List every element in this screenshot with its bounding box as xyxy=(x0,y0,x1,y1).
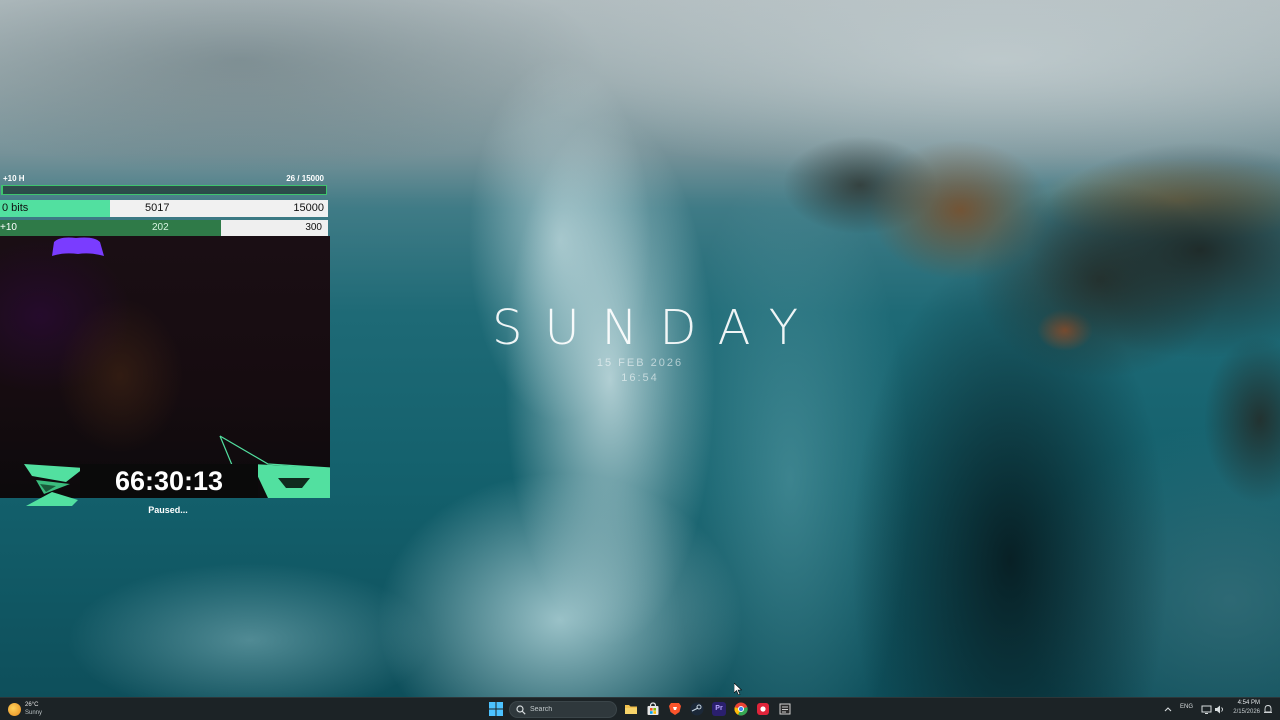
desktop: SUNDAY 15 FEB 2026 16:54 +10 H 26 / 1500… xyxy=(0,0,1280,697)
purple-mascot-icon xyxy=(52,237,104,256)
weather-temperature: 26°C xyxy=(25,702,39,708)
store-icon[interactable] xyxy=(646,702,660,716)
taskbar: 26°C Sunny Pr xyxy=(0,697,1280,720)
clock-time-label: 16:54 xyxy=(621,372,659,384)
speaker-icon[interactable] xyxy=(1214,701,1225,718)
search-icon xyxy=(516,705,526,715)
sun-icon xyxy=(8,703,21,716)
search-input[interactable] xyxy=(530,704,610,715)
goal-count-label: 26 / 15000 xyxy=(286,174,324,183)
sub-increment-label: +10 xyxy=(0,222,17,233)
goal-progress-bar xyxy=(1,185,327,195)
weather-condition: Sunny xyxy=(25,710,43,716)
red-app-icon[interactable] xyxy=(756,702,770,716)
sub-progress-bar: +10 202 300 xyxy=(0,220,328,236)
clock-day-label: SUNDAY xyxy=(492,300,821,356)
chevron-up-icon[interactable] xyxy=(1163,701,1173,718)
folder-icon[interactable] xyxy=(624,702,638,716)
sub-current-value: 202 xyxy=(152,222,169,233)
time-increment-label: +10 H xyxy=(3,174,25,183)
taskbar-clock-time[interactable]: 4:54 PM xyxy=(1232,700,1260,706)
mouse-cursor-icon xyxy=(734,683,742,695)
weather-widget[interactable]: 26°C Sunny xyxy=(8,700,68,719)
notification-bell-icon[interactable] xyxy=(1263,701,1273,718)
monitor-icon[interactable] xyxy=(1201,701,1212,718)
desktop-clock-widget: SUNDAY 15 FEB 2026 16:54 xyxy=(470,300,810,386)
bits-progress-bar: 0 bits 5017 15000 xyxy=(0,200,328,217)
bits-goal-value: 15000 xyxy=(293,202,324,214)
channel-logo-icon xyxy=(24,464,84,506)
windows-start-icon[interactable] xyxy=(489,702,503,716)
sub-progress-fill xyxy=(0,220,221,236)
taskbar-clock-date[interactable]: 2/15/2026 xyxy=(1228,709,1260,715)
webcam-frame xyxy=(0,236,330,498)
steam-icon[interactable] xyxy=(690,702,704,716)
language-indicator[interactable]: ENG xyxy=(1180,704,1193,710)
sub-goal-value: 300 xyxy=(305,222,322,233)
countdown-timer: 66:30:13 xyxy=(80,464,258,498)
premiere-icon[interactable]: Pr xyxy=(712,702,726,716)
bits-current-value: 5017 xyxy=(145,202,170,214)
clock-date-label: 15 FEB 2026 xyxy=(596,357,684,369)
lion-icon[interactable] xyxy=(668,702,682,716)
taskbar-search-box[interactable] xyxy=(509,701,617,718)
media-icon[interactable] xyxy=(778,702,792,716)
chrome-icon[interactable] xyxy=(734,702,748,716)
bits-label: 0 bits xyxy=(2,202,29,214)
timer-status: Paused... xyxy=(148,505,188,515)
goal-progress-fill xyxy=(2,186,3,194)
stream-overlay: +10 H 26 / 15000 0 bits 5017 15000 +10 2… xyxy=(0,170,330,530)
premiere-label: Pr xyxy=(715,705,723,712)
